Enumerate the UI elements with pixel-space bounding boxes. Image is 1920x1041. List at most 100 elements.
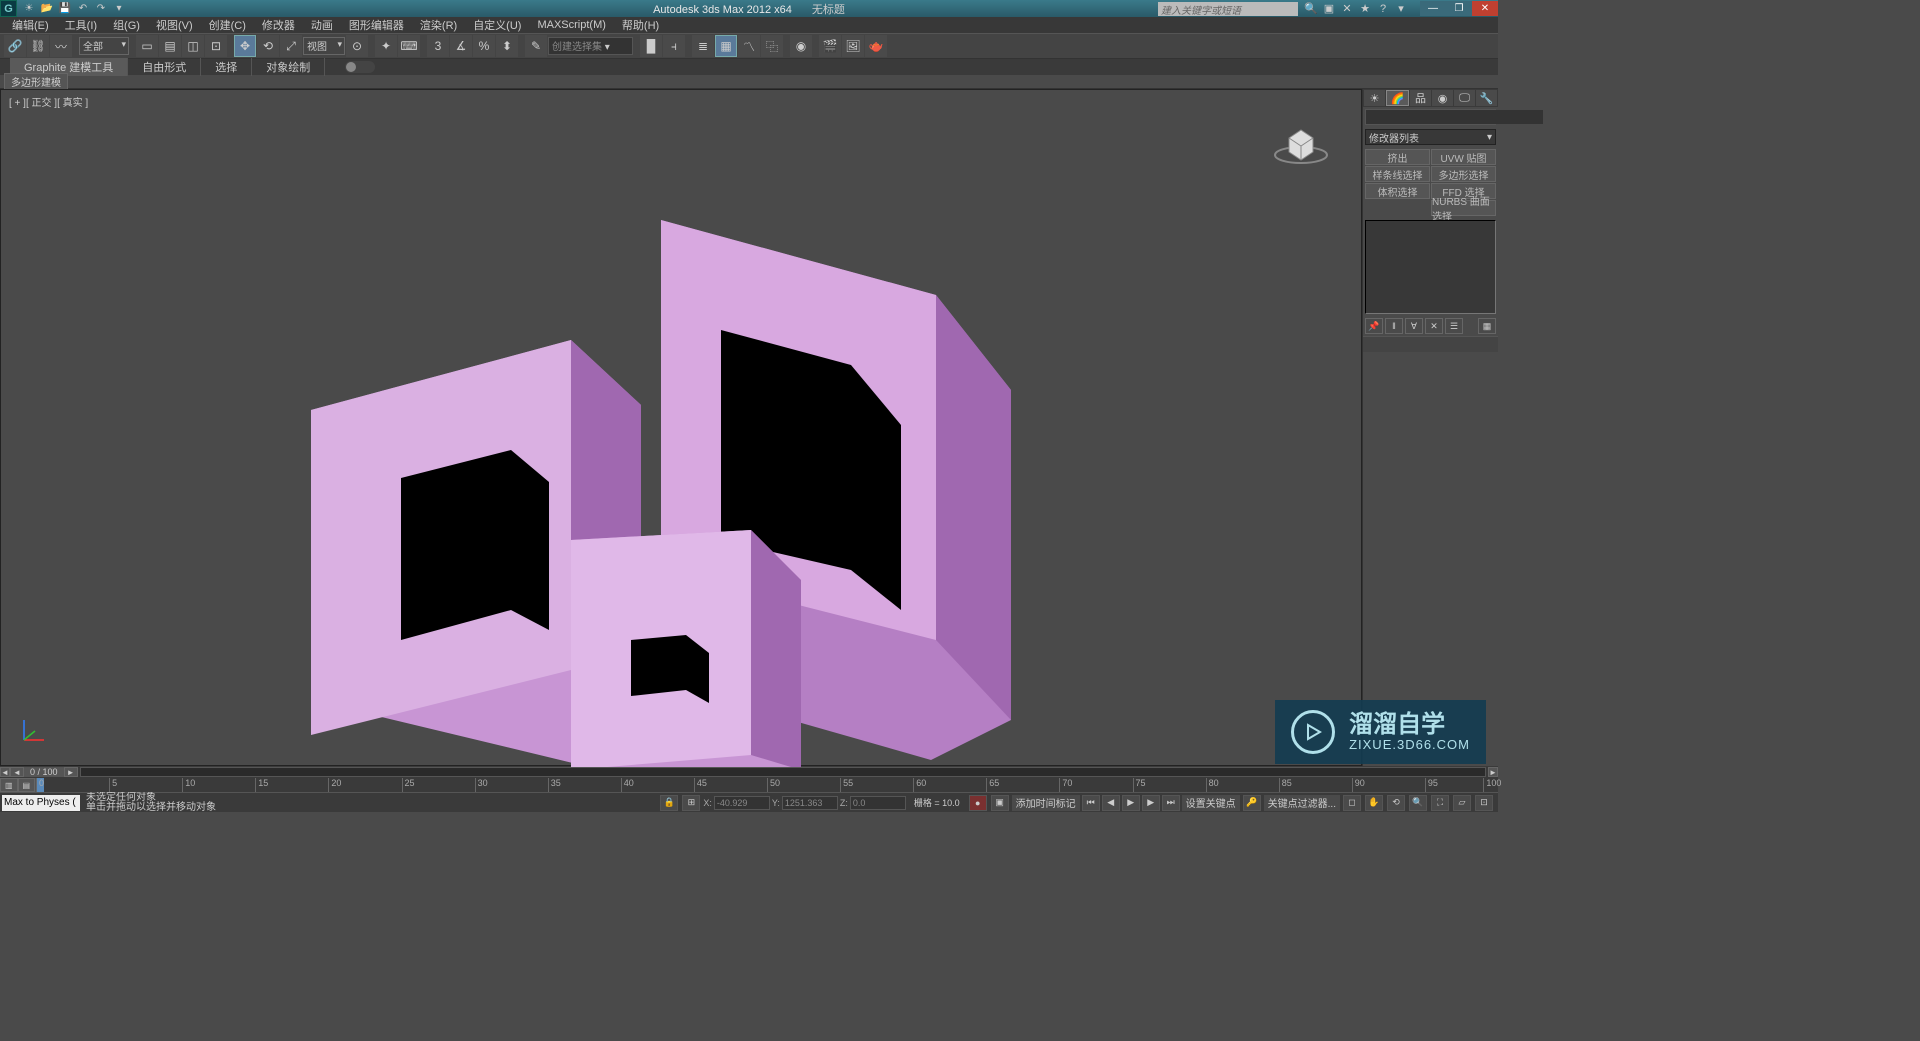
save-icon[interactable]: 💾 bbox=[57, 2, 73, 16]
setkey-button[interactable]: 设置关键点 bbox=[1182, 795, 1240, 811]
time-scroll-right[interactable]: ► bbox=[1488, 767, 1498, 777]
key-mode-icon[interactable]: 🔑 bbox=[1243, 795, 1261, 811]
transform-type-in-icon[interactable]: ⊞ bbox=[682, 795, 700, 811]
keyboard-shortcut-icon[interactable]: ⌨ bbox=[398, 35, 420, 57]
mod-btn-volsel[interactable]: 体积选择 bbox=[1365, 183, 1430, 199]
rendered-frame-icon[interactable]: 🖼 bbox=[842, 35, 864, 57]
selection-filter-combo[interactable]: 全部 bbox=[79, 37, 129, 55]
layer-manager-icon[interactable]: ≣ bbox=[692, 35, 714, 57]
object-name-input[interactable] bbox=[1366, 110, 1543, 124]
search-icon[interactable]: 🔍 bbox=[1304, 2, 1318, 16]
maximize-button[interactable]: ❐ bbox=[1446, 1, 1472, 16]
menu-customize[interactable]: 自定义(U) bbox=[465, 16, 529, 34]
panel-tab-hierarchy[interactable]: 品 bbox=[1410, 90, 1431, 106]
lock-selection-icon[interactable]: 🔒 bbox=[660, 795, 678, 811]
schematic-view-icon[interactable]: ⿻ bbox=[761, 35, 783, 57]
mirror-icon[interactable]: ▐▌ bbox=[640, 35, 662, 57]
mod-btn-polysel[interactable]: 多边形选择 bbox=[1431, 166, 1496, 182]
snap-toggle-icon[interactable]: 3 bbox=[427, 35, 449, 57]
stack-config-icon[interactable]: ☰ bbox=[1445, 318, 1463, 334]
coord-z-input[interactable]: 0.0 bbox=[850, 796, 906, 810]
time-prev-icon[interactable]: ◄ bbox=[10, 767, 24, 777]
favorite-icon[interactable]: ★ bbox=[1358, 2, 1372, 16]
exchange-icon[interactable]: ✕ bbox=[1340, 2, 1354, 16]
panel-tab-modify[interactable]: 🌈 bbox=[1386, 90, 1409, 106]
goto-end-icon[interactable]: ⏭ bbox=[1162, 795, 1180, 811]
ref-coord-combo[interactable]: 视图 bbox=[303, 37, 345, 55]
help-icon[interactable]: ? bbox=[1376, 2, 1390, 16]
angle-snap-icon[interactable]: ∡ bbox=[450, 35, 472, 57]
panel-tab-create[interactable]: ☀ bbox=[1364, 90, 1385, 106]
app-menu-icon[interactable]: G bbox=[0, 0, 17, 17]
select-region-icon[interactable]: ◫ bbox=[182, 35, 204, 57]
time-next-icon[interactable]: ► bbox=[64, 767, 78, 777]
stack-sets-icon[interactable]: ▦ bbox=[1478, 318, 1496, 334]
time-slider[interactable] bbox=[80, 767, 1486, 777]
panel-tab-motion[interactable]: ◉ bbox=[1432, 90, 1453, 106]
named-selset-combo[interactable]: 创建选择集 ▾ bbox=[548, 37, 633, 55]
menu-help[interactable]: 帮助(H) bbox=[614, 16, 667, 34]
menu-group[interactable]: 组(G) bbox=[105, 16, 148, 34]
percent-snap-icon[interactable]: % bbox=[473, 35, 495, 57]
prev-frame-icon[interactable]: ◀ bbox=[1102, 795, 1120, 811]
viewport-label[interactable]: [ + ][ 正交 ][ 真实 ] bbox=[9, 94, 88, 109]
search-input[interactable]: 建入关键字或短语 bbox=[1158, 2, 1298, 16]
open-icon[interactable]: 📂 bbox=[39, 2, 55, 16]
coord-x-input[interactable]: -40.929 bbox=[714, 796, 770, 810]
mod-btn-nurbssel[interactable]: NURBS 曲面选择 bbox=[1431, 200, 1496, 216]
qat-dropdown-icon[interactable]: ▾ bbox=[111, 2, 127, 16]
select-move-icon[interactable]: ✥ bbox=[234, 35, 256, 57]
unlink-icon[interactable]: ⛓ bbox=[27, 35, 49, 57]
nav-zoom-icon[interactable]: 🔍 bbox=[1409, 795, 1427, 811]
nav-pan-icon[interactable]: ✋ bbox=[1365, 795, 1383, 811]
menu-animation[interactable]: 动画 bbox=[303, 16, 341, 34]
subscription-icon[interactable]: ▣ bbox=[1322, 2, 1336, 16]
timetag-button[interactable]: 添加时间标记 bbox=[1012, 795, 1080, 811]
menu-modifiers[interactable]: 修改器 bbox=[254, 16, 303, 34]
menu-edit[interactable]: 编辑(E) bbox=[4, 16, 57, 34]
minimize-button[interactable]: — bbox=[1420, 1, 1446, 16]
nav-fov-icon[interactable]: ▱ bbox=[1453, 795, 1471, 811]
mod-btn-splinesel[interactable]: 样条线选择 bbox=[1365, 166, 1430, 182]
ribbon-tab-freeform[interactable]: 自由形式 bbox=[128, 58, 201, 76]
spinner-snap-icon[interactable]: ⬍ bbox=[496, 35, 518, 57]
menu-create[interactable]: 创建(C) bbox=[201, 16, 254, 34]
close-button[interactable]: ✕ bbox=[1472, 1, 1498, 16]
window-crossing-icon[interactable]: ⊡ bbox=[205, 35, 227, 57]
time-scroll-left[interactable]: ◄ bbox=[0, 767, 10, 777]
graphite-toggle-icon[interactable]: ▦ bbox=[715, 35, 737, 57]
next-frame-icon[interactable]: ▶ bbox=[1142, 795, 1160, 811]
help-dropdown-icon[interactable]: ▾ bbox=[1394, 2, 1408, 16]
select-object-icon[interactable]: ▭ bbox=[136, 35, 158, 57]
trackbar-open-icon[interactable]: ▤ bbox=[18, 778, 36, 792]
manipulate-icon[interactable]: ✦ bbox=[375, 35, 397, 57]
stack-pin-icon[interactable]: 📌 bbox=[1365, 318, 1383, 334]
use-center-icon[interactable]: ⊙ bbox=[346, 35, 368, 57]
mod-btn-uvwmap[interactable]: UVW 贴图 bbox=[1431, 149, 1496, 165]
keyfilter-button[interactable]: 关键点过滤器... bbox=[1264, 795, 1340, 811]
bind-spacewarp-icon[interactable]: 〰 bbox=[50, 35, 72, 57]
menu-rendering[interactable]: 渲染(R) bbox=[412, 16, 465, 34]
autokey-button[interactable]: ● bbox=[969, 795, 987, 811]
link-icon[interactable]: 🔗 bbox=[4, 35, 26, 57]
menu-views[interactable]: 视图(V) bbox=[148, 16, 201, 34]
menu-graph[interactable]: 图形编辑器 bbox=[341, 16, 412, 34]
named-sel-edit-icon[interactable]: ✎ bbox=[525, 35, 547, 57]
material-editor-icon[interactable]: ◉ bbox=[790, 35, 812, 57]
mod-btn-extrude[interactable]: 挤出 bbox=[1365, 149, 1430, 165]
panel-tab-utilities[interactable]: 🔧 bbox=[1476, 90, 1497, 106]
undo-icon[interactable]: ↶ bbox=[75, 2, 91, 16]
subtab-polymodel[interactable]: 多边形建模 bbox=[4, 73, 68, 90]
time-frame-display[interactable]: 0 / 100 bbox=[24, 767, 64, 777]
nav-maxview-icon[interactable]: ⊡ bbox=[1475, 795, 1493, 811]
trackbar-mode-icon[interactable]: ▥ bbox=[0, 778, 18, 792]
curve-editor-icon[interactable]: 〽 bbox=[738, 35, 760, 57]
nav-zoomext-icon[interactable]: ⛶ bbox=[1431, 795, 1449, 811]
redo-icon[interactable]: ↷ bbox=[93, 2, 109, 16]
ribbon-toggle[interactable] bbox=[345, 61, 375, 73]
menu-maxscript[interactable]: MAXScript(M) bbox=[529, 18, 613, 32]
time-ruler[interactable]: 0 5 10 15 20 25 30 35 40 45 50 55 60 65 … bbox=[36, 778, 1498, 792]
render-setup-icon[interactable]: 🎬 bbox=[819, 35, 841, 57]
maxscript-listener[interactable]: Max to Physes ( bbox=[2, 795, 80, 811]
panel-tab-display[interactable]: 🖵 bbox=[1454, 90, 1475, 106]
